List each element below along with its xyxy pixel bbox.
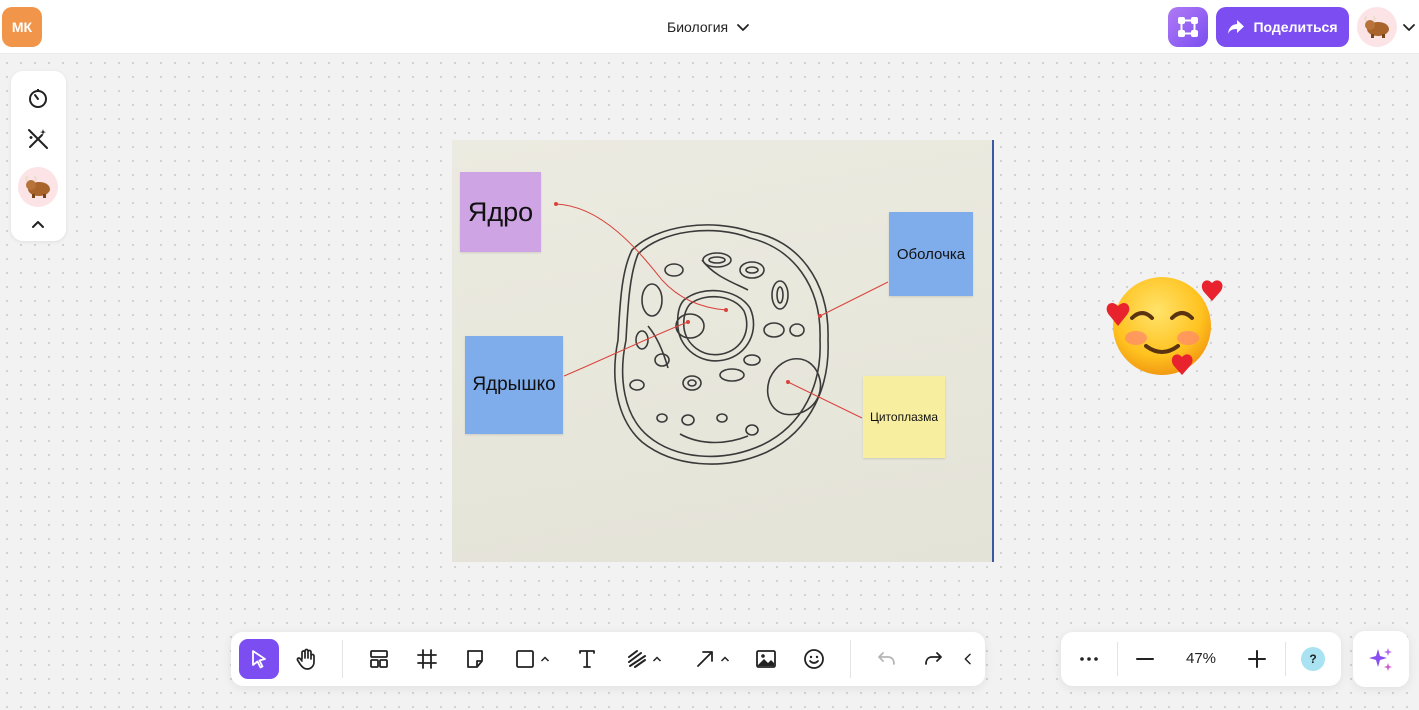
sticky-note-tool[interactable] [455, 639, 495, 679]
yak-avatar-icon [25, 176, 50, 198]
templates-tool[interactable] [359, 639, 399, 679]
sticky-note-nucleus[interactable]: Ядро [460, 172, 541, 252]
zoom-divider [1285, 642, 1286, 676]
minus-icon [1136, 658, 1154, 660]
zoom-level[interactable]: 47% [1169, 650, 1233, 667]
timer-button[interactable] [18, 81, 58, 115]
arrow-icon [696, 651, 713, 667]
sticky-note-icon [467, 650, 483, 668]
workspace-initials[interactable]: МК [2, 7, 42, 47]
collapse-toolbar-button[interactable] [956, 639, 980, 679]
redo-icon [925, 652, 942, 665]
square-icon [515, 650, 534, 668]
toolbar-divider [850, 640, 851, 678]
smiley-icon [804, 649, 824, 669]
left-panel [11, 71, 66, 241]
top-bar: МК Биология Поделиться [0, 0, 1419, 54]
sticky-note-cytoplasm[interactable]: Цитоплазма [863, 376, 945, 458]
timer-icon [29, 89, 47, 108]
sparkles-icon [1369, 648, 1392, 671]
caret-up-icon [652, 656, 661, 662]
bottom-toolbar [231, 632, 985, 686]
emoji-tool[interactable] [794, 639, 834, 679]
more-options-button[interactable] [1069, 639, 1109, 679]
sticky-note-membrane[interactable]: Оболочка [889, 212, 973, 296]
share-button[interactable]: Поделиться [1216, 7, 1349, 47]
zoom-out-button[interactable] [1125, 639, 1165, 679]
image-icon [756, 650, 776, 668]
select-tool[interactable] [239, 639, 279, 679]
user-avatar[interactable] [1357, 7, 1397, 47]
text-tool[interactable] [567, 639, 607, 679]
pen-tool[interactable] [615, 639, 671, 679]
chevron-up-icon [32, 221, 44, 228]
caret-up-icon [720, 656, 729, 662]
frame-tool[interactable] [407, 639, 447, 679]
caret-up-icon [540, 656, 549, 662]
redo-button[interactable] [914, 639, 954, 679]
zoom-panel: 47% ? [1061, 632, 1341, 686]
sticky-label: Ядрышко [472, 374, 556, 395]
integrations-button[interactable] [1168, 7, 1208, 47]
initials-text: МК [11, 19, 33, 35]
yak-avatar-icon [1364, 16, 1389, 38]
chevron-down-icon [737, 24, 750, 31]
sticky-note-nucleolus[interactable]: Ядрышко [465, 336, 563, 434]
hand-icon [296, 648, 315, 670]
frame-icon [417, 649, 437, 669]
layout-icon [370, 650, 388, 668]
hand-tool[interactable] [286, 639, 326, 679]
collaborator-avatar[interactable] [18, 167, 58, 207]
help-button[interactable]: ? [1293, 639, 1333, 679]
chevron-down-icon[interactable] [1402, 20, 1416, 34]
magic-wand-off-icon [28, 129, 48, 149]
smiling-face-with-hearts-emoji[interactable] [1100, 268, 1232, 386]
arrow-tool[interactable] [683, 639, 739, 679]
share-arrow-icon [1228, 20, 1245, 34]
more-horizontal-icon [1080, 657, 1098, 661]
toolbar-divider [342, 640, 343, 678]
zoom-divider [1117, 642, 1118, 676]
sticky-label: Оболочка [896, 245, 966, 263]
image-tool[interactable] [746, 639, 786, 679]
help-icon: ? [1301, 647, 1325, 671]
cell-image[interactable]: Ядро Оболочка Ядрышко Цитоплазма [452, 140, 994, 562]
zoom-in-button[interactable] [1237, 639, 1277, 679]
plus-icon [1248, 650, 1266, 668]
text-icon [579, 650, 595, 668]
shape-tool[interactable] [503, 639, 559, 679]
undo-icon [878, 652, 895, 665]
ai-assistant-button[interactable] [1353, 631, 1409, 687]
nodes-icon [1178, 17, 1198, 37]
chevron-left-icon [964, 653, 971, 665]
sticky-label: Ядро [467, 196, 534, 227]
cursor-icon [252, 650, 266, 669]
sticky-label: Цитоплазма [869, 410, 939, 424]
board-title-dropdown[interactable]: Биология [667, 17, 750, 37]
collapse-panel-button[interactable] [18, 207, 58, 241]
undo-button[interactable] [866, 639, 906, 679]
magic-wand-button[interactable] [18, 122, 58, 156]
scribble-icon [627, 650, 646, 668]
board-title: Биология [667, 19, 729, 35]
share-label: Поделиться [1253, 19, 1338, 35]
